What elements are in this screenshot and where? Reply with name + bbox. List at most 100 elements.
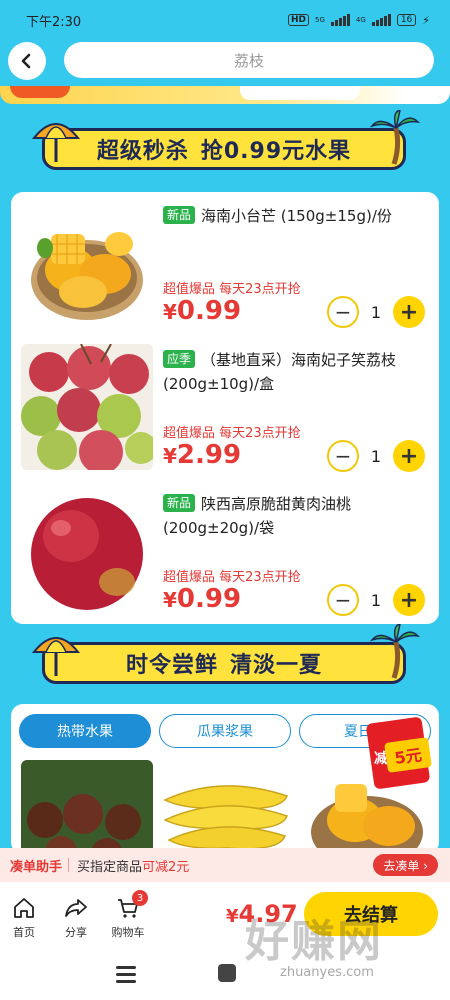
home-icon (14, 898, 34, 918)
tab-cart[interactable]: 购物车 3 (106, 890, 150, 940)
decrease-button[interactable]: − (327, 440, 359, 472)
price-currency: ¥ (163, 444, 177, 468)
status-icons: HD 5G 4G 16 ⚡ (288, 14, 430, 27)
go-bundle-button[interactable]: 去凑单 › (373, 854, 438, 876)
product-info: 新品 陕西高原脆甜黄肉油桃 (200g±20g)/袋 (163, 492, 429, 540)
net-4g-label: 4G (355, 16, 366, 24)
quantity-stepper: − 1 + (327, 440, 425, 472)
umbrella-icon (31, 123, 81, 162)
chevron-left-icon (21, 53, 31, 69)
product-name: （基地直采）海南妃子笑荔枝(200g±10g)/盒 (163, 351, 397, 393)
quantity-value: 1 (370, 590, 382, 610)
watermark-logo: 好赚网 (245, 916, 383, 967)
product-image-lychee (21, 344, 153, 470)
hd-icon: HD (288, 14, 310, 26)
product-tag: 新品 (163, 494, 196, 512)
product-info: 新品 海南小台芒 (150g±15g)/份 (163, 204, 429, 228)
plus-icon: + (399, 299, 419, 325)
price-currency: ¥ (163, 588, 177, 612)
helper-divider (68, 858, 70, 872)
increase-button[interactable]: + (393, 440, 425, 472)
helper-hint-highlight: 可减2元 (142, 859, 190, 875)
total-currency: ¥ (226, 906, 239, 927)
coupon-widget[interactable]: 减 5元 (364, 716, 432, 790)
status-time: 下午2:30 (26, 14, 82, 30)
palm-tree-icon (370, 110, 420, 165)
product-promo: 超值爆品 每天23点开抢 (163, 426, 301, 441)
tab-cart-label: 购物车 (111, 926, 145, 939)
tab-share[interactable]: 分享 (54, 896, 98, 940)
menu-icon[interactable] (116, 966, 136, 987)
price-value: 0.99 (176, 584, 242, 614)
tab-tropical-fruit[interactable]: 热带水果 (19, 714, 151, 748)
header: 荔枝 (0, 40, 450, 84)
increase-button[interactable]: + (393, 296, 425, 328)
product-promo: 超值爆品 每天23点开抢 (163, 282, 301, 297)
decrease-button[interactable]: − (327, 296, 359, 328)
bundle-helper-bar: 凑单助手 买指定商品可减2元 去凑单 › (0, 848, 450, 882)
palm-tree-icon (370, 624, 420, 679)
status-bar: 下午2:30 HD 5G 4G 16 ⚡ (0, 0, 450, 40)
flash-sale-card: 新品 海南小台芒 (150g±15g)/份 超值爆品 每天23点开抢 ¥0.99 … (11, 192, 439, 624)
product-promo: 超值爆品 每天23点开抢 (163, 570, 301, 585)
product-name: 海南小台芒 (150g±15g)/份 (201, 207, 392, 225)
minus-icon: − (334, 588, 352, 612)
section-title-a: 时令尝鲜 (125, 653, 218, 678)
price-value: 0.99 (176, 296, 242, 326)
coupon-amount: 5元 (384, 737, 432, 773)
search-text: 荔枝 (233, 51, 264, 70)
top-banner-fragment (0, 86, 450, 104)
minus-icon: − (334, 300, 352, 324)
battery-icon: 16 (396, 14, 417, 26)
product-tag: 新品 (163, 206, 196, 224)
product-image-mango (21, 200, 153, 326)
product-price: ¥0.99 (163, 584, 241, 614)
cart-count-badge: 3 (132, 890, 148, 906)
section-title-pill: 时令尝鲜 清淡一夏 (42, 642, 406, 684)
tab-share-label: 分享 (65, 926, 87, 939)
product-price: ¥0.99 (163, 296, 241, 326)
product-item[interactable]: 新品 海南小台芒 (150g±15g)/份 超值爆品 每天23点开抢 ¥0.99 … (11, 192, 439, 334)
quantity-value: 1 (370, 446, 382, 466)
section-title-pill: 超级秒杀 抢0.99元水果 (42, 128, 406, 170)
tab-melons-berries[interactable]: 瓜果浆果 (159, 714, 291, 748)
fruit-image-banana[interactable] (161, 760, 293, 854)
section-title-b: 抢0.99元水果 (200, 139, 352, 164)
decrease-button[interactable]: − (327, 584, 359, 616)
charging-icon: ⚡ (422, 13, 430, 27)
helper-hint-prefix: 买指定商品 (77, 859, 143, 875)
product-tag: 应季 (163, 350, 196, 368)
product-info: 应季 （基地直采）海南妃子笑荔枝(200g±10g)/盒 (163, 348, 429, 396)
tab-home[interactable]: 首页 (2, 896, 46, 940)
section-title-b: 清淡一夏 (230, 653, 323, 678)
product-image-nectarine (21, 488, 153, 614)
tab-home-label: 首页 (13, 926, 35, 939)
product-name-line: 新品 海南小台芒 (150g±15g)/份 (163, 204, 429, 228)
price-currency: ¥ (163, 300, 177, 324)
section-title-seasonal: 时令尝鲜 清淡一夏 (31, 624, 420, 690)
watermark-url: zhuanyes.com (280, 965, 374, 980)
increase-button[interactable]: + (393, 584, 425, 616)
search-input[interactable]: 荔枝 (64, 42, 434, 78)
price-value: 2.99 (176, 440, 242, 470)
helper-hint: 买指定商品可减2元 (77, 856, 189, 875)
signal-icon-2 (371, 14, 391, 26)
product-name-line: 新品 陕西高原脆甜黄肉油桃 (200g±20g)/袋 (163, 492, 429, 540)
product-item[interactable]: 应季 （基地直采）海南妃子笑荔枝(200g±10g)/盒 超值爆品 每天23点开抢… (11, 336, 439, 478)
back-button[interactable] (8, 42, 46, 80)
product-item[interactable]: 新品 陕西高原脆甜黄肉油桃 (200g±20g)/袋 超值爆品 每天23点开抢 ¥… (11, 480, 439, 622)
product-name-line: 应季 （基地直采）海南妃子笑荔枝(200g±10g)/盒 (163, 348, 429, 396)
quantity-stepper: − 1 + (327, 296, 425, 328)
minus-icon: − (334, 444, 352, 468)
section-title-a: 超级秒杀 (96, 139, 189, 164)
umbrella-icon (31, 637, 81, 676)
quantity-stepper: − 1 + (327, 584, 425, 616)
home-square-icon[interactable] (218, 964, 236, 982)
share-icon (65, 899, 87, 917)
fruit-image-tomato[interactable] (21, 760, 153, 854)
product-price: ¥2.99 (163, 440, 241, 470)
plus-icon: + (399, 443, 419, 469)
helper-title: 凑单助手 (10, 859, 63, 875)
section-title-flash-sale: 超级秒杀 抢0.99元水果 (31, 110, 420, 176)
net-5g-label: 5G (315, 16, 325, 24)
